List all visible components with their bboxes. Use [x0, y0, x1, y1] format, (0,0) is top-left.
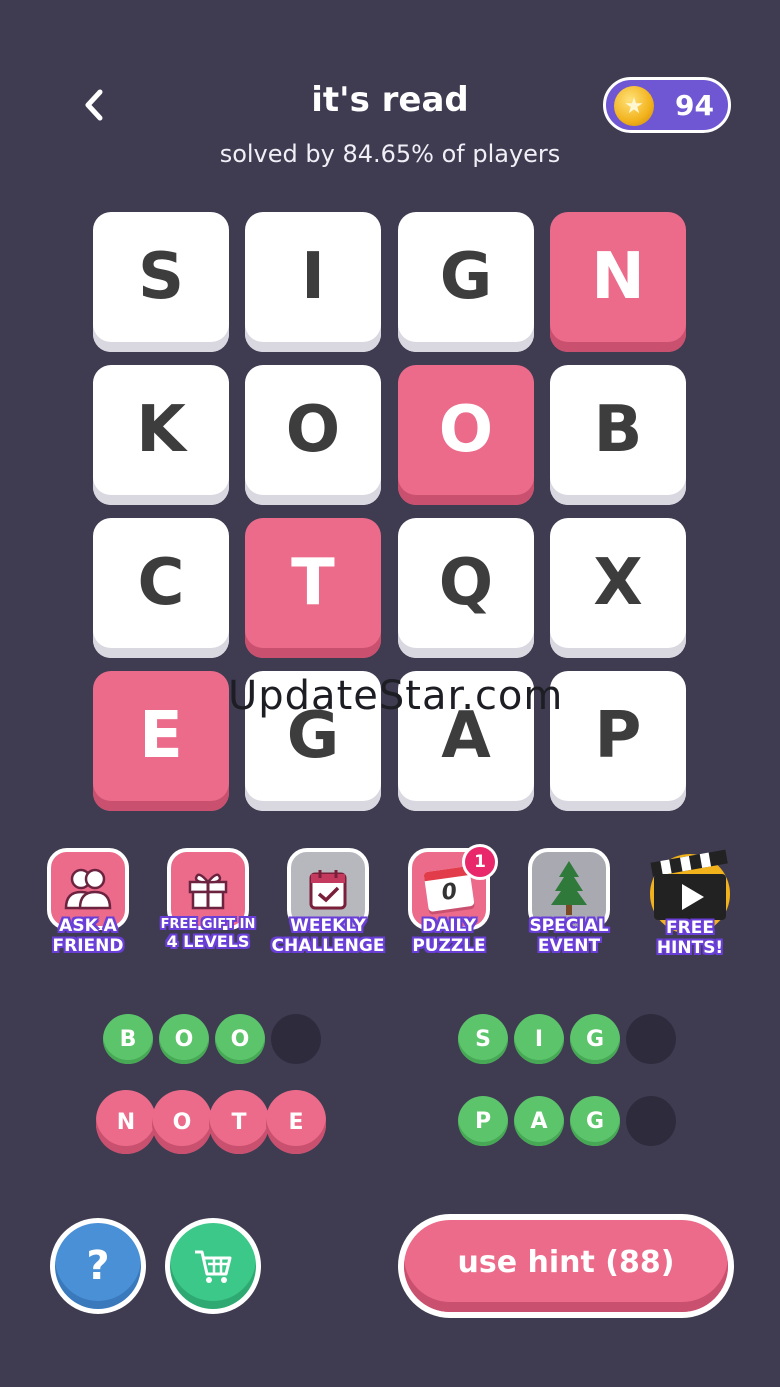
gift-icon — [188, 873, 228, 910]
solved-percentage: solved by 84.65% of players — [219, 140, 561, 168]
tile-r2-c4[interactable]: B — [550, 365, 686, 505]
use-hint-button[interactable]: use hint (88) — [398, 1214, 734, 1318]
calendar-check-icon — [309, 870, 347, 910]
tile-r3-c1[interactable]: C — [93, 518, 229, 658]
word-letter: S — [458, 1014, 508, 1064]
word-letter: O — [215, 1014, 265, 1064]
use-hint-label: use hint (88) — [404, 1220, 728, 1312]
empty-letter-slot — [626, 1014, 676, 1064]
tile-r1-c2[interactable]: I — [245, 212, 381, 352]
friends-icon — [64, 868, 112, 910]
word-letter: B — [103, 1014, 153, 1064]
coin-counter[interactable]: ★ 94 — [603, 77, 731, 133]
free-gift-button[interactable]: FREE GIFT IN 4 LEVELS — [158, 848, 258, 950]
weekly-challenge-label: WEEKLY CHALLENGE — [271, 916, 385, 956]
tile-r2-c1[interactable]: K — [93, 365, 229, 505]
word-letter: E — [266, 1090, 326, 1154]
daily-puzzle-button[interactable]: 0 1 DAILY PUZZLE — [399, 844, 499, 956]
watermark: UpdateStar.com — [228, 673, 564, 719]
letter-grid: S I G N K O O B C T Q X E G A P — [93, 212, 687, 814]
free-gift-label: FREE GIFT IN 4 LEVELS — [160, 917, 256, 951]
question-mark-icon: ? — [86, 1243, 110, 1289]
help-button[interactable]: ? — [50, 1218, 146, 1314]
ask-friend-button[interactable]: ASK A FRIEND — [38, 848, 138, 956]
weekly-challenge-button[interactable]: WEEKLY CHALLENGE — [272, 848, 384, 956]
special-event-label: SPECIAL EVENT — [529, 916, 609, 956]
daily-puzzle-label: DAILY PUZZLE — [412, 916, 486, 956]
special-event-button[interactable]: SPECIAL EVENT — [519, 848, 619, 956]
word-letter: I — [514, 1014, 564, 1064]
word-letter: G — [570, 1096, 620, 1146]
free-hints-label: FREE HINTS! — [656, 918, 724, 958]
tile-r3-c2[interactable]: T — [245, 518, 381, 658]
word-letter: N — [96, 1090, 156, 1154]
tile-r1-c3[interactable]: G — [398, 212, 534, 352]
free-hints-button[interactable]: FREE HINTS! — [640, 848, 740, 958]
notification-badge: 1 — [462, 844, 498, 880]
shop-button[interactable] — [165, 1218, 261, 1314]
coin-count: 94 — [675, 88, 714, 122]
coin-icon: ★ — [614, 86, 654, 126]
pine-tree-icon — [551, 861, 587, 915]
word-letter: A — [514, 1096, 564, 1146]
tile-r3-c3[interactable]: Q — [398, 518, 534, 658]
word-letter: O — [152, 1090, 212, 1154]
tile-r4-c1[interactable]: E — [93, 671, 229, 811]
word-letter: T — [209, 1090, 269, 1154]
cart-icon — [195, 1250, 232, 1283]
word-letter: P — [458, 1096, 508, 1146]
tile-r3-c4[interactable]: X — [550, 518, 686, 658]
tile-r1-c4[interactable]: N — [550, 212, 686, 352]
calendar-digit: 0 — [440, 879, 459, 906]
tile-r2-c2[interactable]: O — [245, 365, 381, 505]
tile-r1-c1[interactable]: S — [93, 212, 229, 352]
empty-letter-slot — [271, 1014, 321, 1064]
ask-friend-label: ASK A FRIEND — [52, 916, 124, 956]
word-letter: G — [570, 1014, 620, 1064]
tile-r4-c4[interactable]: P — [550, 671, 686, 811]
tile-r2-c3[interactable]: O — [398, 365, 534, 505]
word-letter: O — [159, 1014, 209, 1064]
empty-letter-slot — [626, 1096, 676, 1146]
